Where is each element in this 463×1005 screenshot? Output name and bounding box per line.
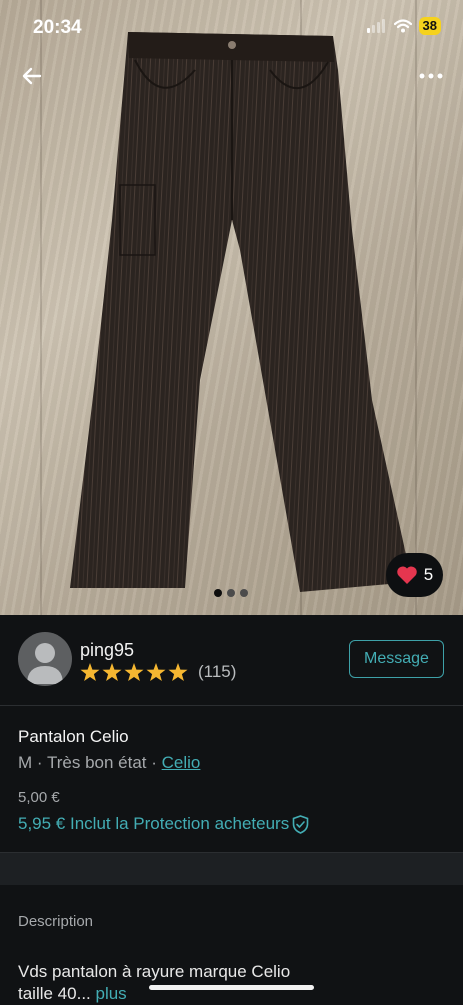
item-photo[interactable]	[0, 0, 463, 615]
rating-count: (115)	[198, 662, 237, 681]
home-indicator[interactable]	[149, 985, 314, 990]
heart-icon	[397, 566, 417, 584]
description-line: Vds pantalon à rayure marque Celio	[18, 962, 291, 981]
item-info: Pantalon Celio M · Très bon état · Celio…	[18, 727, 448, 834]
seller-avatar[interactable]	[18, 632, 72, 686]
status-icons: 38	[366, 17, 441, 35]
more-options-button[interactable]	[417, 62, 445, 90]
item-size: M	[18, 753, 33, 772]
pants-image	[70, 32, 412, 592]
item-title: Pantalon Celio	[18, 727, 129, 746]
shield-check-icon	[292, 814, 309, 834]
item-condition: Très bon état	[46, 753, 147, 772]
item-price: 5,00 €	[18, 789, 60, 806]
photo-pagination	[214, 589, 248, 597]
price-with-protection[interactable]: 5,95 € Inclut la Protection acheteurs	[18, 814, 448, 834]
read-more-link[interactable]: plus	[96, 984, 127, 1003]
battery-indicator: 38	[418, 17, 441, 35]
star-icon	[80, 662, 100, 681]
pagination-dot-active[interactable]	[214, 589, 222, 597]
star-icon	[168, 662, 188, 681]
user-silhouette-icon	[27, 643, 63, 684]
more-icon	[419, 73, 443, 79]
brand-link[interactable]: Celio	[162, 753, 201, 772]
meta-separator: ·	[146, 753, 162, 772]
signal-icon	[366, 19, 385, 33]
favorite-button[interactable]: 5	[386, 553, 443, 597]
star-icon	[124, 662, 144, 681]
pagination-dot[interactable]	[240, 589, 248, 597]
seller-section: ping95 (115) Message	[0, 615, 463, 706]
wifi-icon	[393, 19, 412, 33]
back-button[interactable]	[18, 62, 46, 90]
description-heading: Description	[18, 913, 94, 930]
pagination-dot[interactable]	[227, 589, 235, 597]
seller-rating[interactable]: (115)	[80, 662, 236, 682]
section-divider-band	[0, 852, 463, 885]
price-with-protection-text: 5,95 € Inclut la Protection acheteurs	[18, 814, 290, 833]
back-arrow-icon	[22, 67, 42, 85]
description-line-text: taille 40...	[18, 984, 91, 1003]
description-text: Vds pantalon à rayure marque Celio taill…	[18, 961, 448, 1005]
status-bar: 20:34 38	[0, 0, 463, 54]
item-meta: M · Très bon état · Celio	[18, 753, 448, 773]
favorite-count: 5	[423, 565, 434, 584]
star-icon	[102, 662, 122, 681]
seller-username[interactable]: ping95	[80, 640, 134, 661]
star-icon	[146, 662, 166, 681]
message-button[interactable]: Message	[349, 640, 444, 678]
meta-separator: ·	[32, 753, 47, 772]
status-time: 20:34	[33, 17, 82, 38]
